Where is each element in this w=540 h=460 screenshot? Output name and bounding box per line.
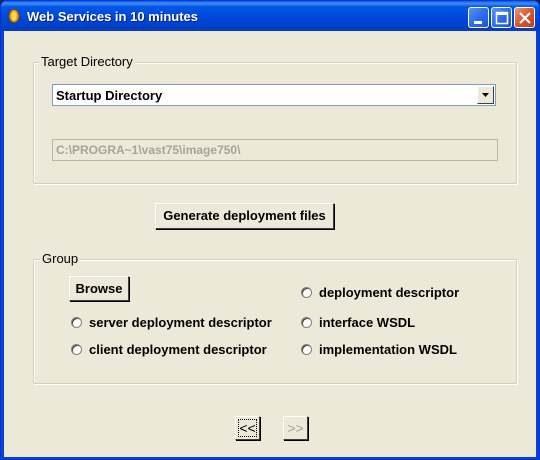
window-title: Web Services in 10 minutes bbox=[27, 9, 198, 24]
window-frame-left bbox=[1, 31, 4, 459]
next-button: >> bbox=[283, 416, 308, 440]
maximize-icon bbox=[495, 11, 509, 25]
target-path-value: C:\PROGRA~1\vast75\image750\ bbox=[56, 143, 241, 157]
minimize-icon bbox=[474, 21, 482, 24]
close-button[interactable] bbox=[514, 7, 535, 28]
target-directory-select-value: Startup Directory bbox=[56, 88, 163, 103]
main-window: Web Services in 10 minutes Target Direct… bbox=[0, 0, 540, 460]
radio-label: deployment descriptor bbox=[319, 285, 460, 300]
generate-deployment-files-button[interactable]: Generate deployment files bbox=[155, 203, 334, 229]
group-legend: Group bbox=[40, 251, 81, 266]
maximize-button[interactable] bbox=[491, 7, 512, 28]
radio-label: implementation WSDL bbox=[319, 342, 457, 357]
previous-button[interactable]: << bbox=[235, 416, 260, 440]
radio-label: interface WSDL bbox=[319, 315, 416, 330]
radio-button[interactable] bbox=[71, 344, 82, 355]
radio-label: client deployment descriptor bbox=[89, 342, 267, 357]
radio-button[interactable] bbox=[71, 317, 82, 328]
radio-button[interactable] bbox=[301, 317, 312, 328]
app-icon bbox=[8, 9, 20, 23]
window-frame-right bbox=[536, 31, 539, 459]
radio-button[interactable] bbox=[301, 287, 312, 298]
target-directory-legend: Target Directory bbox=[39, 54, 135, 69]
close-icon bbox=[519, 12, 531, 24]
chevron-down-icon bbox=[482, 93, 489, 97]
title-bar[interactable]: Web Services in 10 minutes bbox=[1, 1, 539, 31]
radio-button[interactable] bbox=[301, 344, 312, 355]
target-directory-select[interactable]: Startup Directory bbox=[52, 84, 496, 106]
target-path-field: C:\PROGRA~1\vast75\image750\ bbox=[52, 139, 498, 161]
target-directory-group bbox=[33, 62, 517, 184]
browse-button[interactable]: Browse bbox=[69, 276, 129, 301]
dropdown-button[interactable] bbox=[477, 86, 494, 104]
radio-label: server deployment descriptor bbox=[89, 315, 272, 330]
minimize-button[interactable] bbox=[468, 7, 489, 28]
